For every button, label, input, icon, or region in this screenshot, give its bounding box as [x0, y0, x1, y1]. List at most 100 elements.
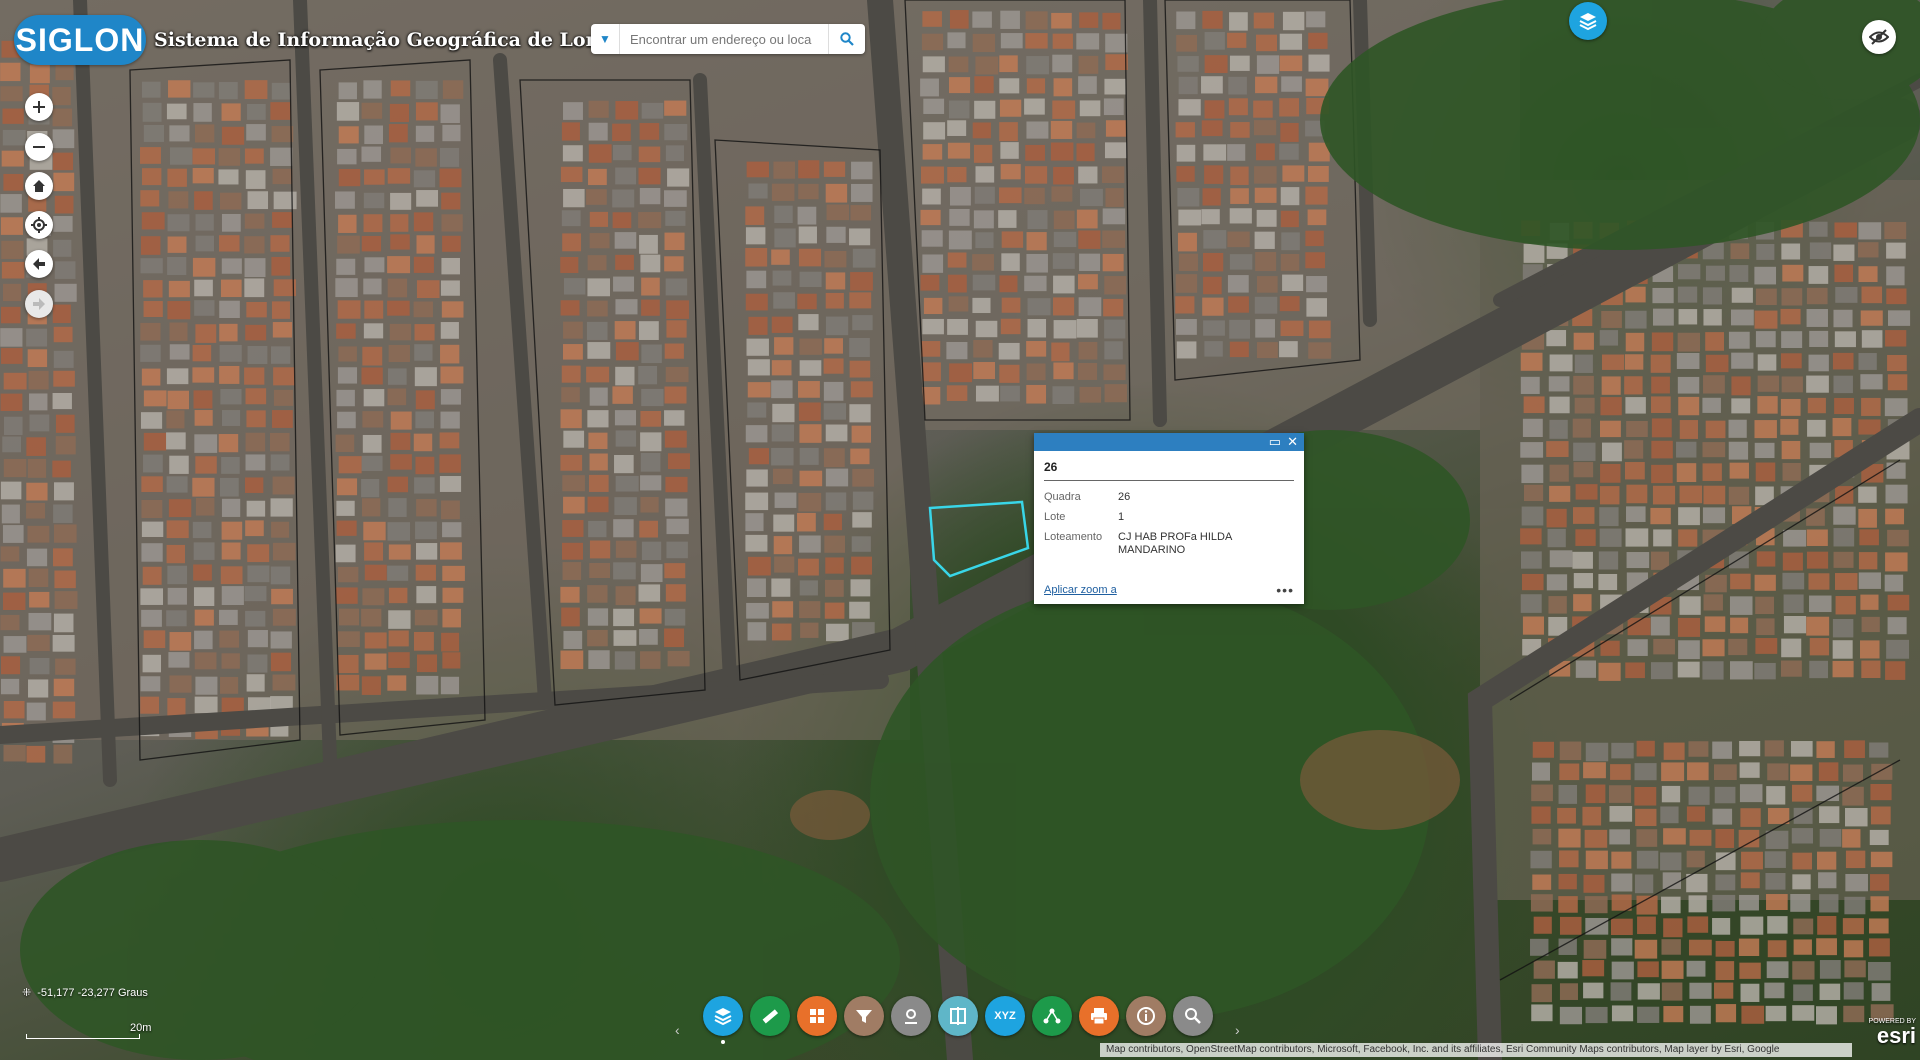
- rooftop: [949, 363, 973, 383]
- logo[interactable]: SIGLON: [14, 15, 146, 65]
- about-tool-button[interactable]: [1126, 996, 1166, 1036]
- layers-tool-button[interactable]: [703, 996, 743, 1036]
- rooftop: [1227, 231, 1250, 248]
- rooftop: [1834, 264, 1854, 283]
- rooftop: [773, 161, 796, 179]
- share-icon: [1043, 1008, 1061, 1024]
- zoom-to-link[interactable]: Aplicar zoom a: [1044, 584, 1117, 596]
- filter-tool-button[interactable]: [844, 996, 884, 1036]
- rooftop: [247, 565, 270, 583]
- rooftop: [920, 274, 940, 291]
- crosshair-icon[interactable]: ⁜: [22, 986, 31, 999]
- rooftop: [949, 10, 969, 29]
- rooftop: [0, 86, 23, 102]
- rooftop: [615, 342, 639, 361]
- rooftop: [1280, 254, 1300, 271]
- rooftop: [364, 300, 384, 319]
- rooftop: [852, 468, 875, 487]
- rooftop: [1611, 894, 1632, 911]
- rooftop: [415, 102, 438, 121]
- rooftop: [1637, 961, 1659, 978]
- rooftop: [27, 525, 50, 543]
- coordinate-text: -51,177 -23,277 Graus: [37, 986, 148, 999]
- rooftop: [362, 588, 385, 606]
- draw-tool-button[interactable]: [891, 996, 931, 1036]
- rooftop: [1256, 276, 1278, 293]
- rooftop: [1754, 442, 1775, 459]
- query-tool-button[interactable]: [1173, 996, 1213, 1036]
- toolbar-prev-icon[interactable]: ‹: [675, 1022, 680, 1038]
- rooftop: [1253, 12, 1275, 29]
- rooftop: [362, 346, 383, 366]
- swipe-tool-button[interactable]: [938, 996, 978, 1036]
- rooftop: [194, 652, 217, 670]
- rooftop: [0, 481, 22, 500]
- locate-button[interactable]: [25, 211, 53, 239]
- rooftop: [563, 430, 585, 448]
- rooftop: [441, 192, 461, 210]
- basemap-tool-button[interactable]: [797, 996, 837, 1036]
- rooftop: [1870, 784, 1892, 801]
- more-actions-button[interactable]: •••: [1276, 582, 1294, 598]
- rooftop: [1887, 617, 1907, 635]
- share-tool-button[interactable]: [1032, 996, 1072, 1036]
- rooftop: [1282, 165, 1305, 182]
- rooftop: [244, 148, 264, 164]
- zoom-in-button[interactable]: [25, 93, 53, 121]
- rooftop: [666, 518, 689, 535]
- rooftop: [1307, 209, 1327, 226]
- rooftop: [640, 475, 662, 491]
- rooftop: [1767, 916, 1788, 934]
- rooftop: [638, 146, 661, 163]
- rooftop: [337, 631, 360, 647]
- rooftop: [1053, 320, 1077, 339]
- rooftop: [773, 536, 793, 555]
- search-icon[interactable]: [828, 24, 865, 54]
- rooftop: [1000, 385, 1020, 402]
- rooftop: [1886, 462, 1906, 479]
- rooftop: [337, 566, 359, 583]
- rooftop: [271, 521, 290, 538]
- rooftop: [221, 410, 241, 426]
- back-button[interactable]: [25, 250, 53, 278]
- rooftop: [975, 166, 995, 183]
- rooftop: [563, 630, 583, 649]
- layers-toggle-button[interactable]: [1569, 2, 1607, 40]
- coordinate-tool-button[interactable]: XYZ: [985, 996, 1025, 1036]
- print-tool-button[interactable]: [1079, 996, 1119, 1036]
- rooftop: [1078, 274, 1098, 290]
- rooftop: [1521, 573, 1544, 591]
- rooftop: [1254, 187, 1277, 203]
- zoom-out-button[interactable]: [25, 133, 53, 161]
- home-button[interactable]: [25, 172, 53, 200]
- popup-header: ▭ ✕: [1034, 433, 1304, 451]
- caret-down-icon[interactable]: ▼: [591, 24, 620, 54]
- rooftop: [141, 543, 163, 562]
- aerial-map[interactable]: [0, 0, 1920, 1060]
- search-bar: ▼: [591, 24, 865, 54]
- forward-button[interactable]: [25, 290, 53, 318]
- hide-ui-button[interactable]: [1862, 20, 1896, 54]
- rooftop: [1781, 243, 1801, 260]
- measure-tool-button[interactable]: [750, 996, 790, 1036]
- query-icon: [1185, 1008, 1201, 1024]
- rooftop: [1255, 252, 1277, 272]
- rooftop: [1636, 829, 1658, 847]
- rooftop: [1531, 1004, 1553, 1022]
- rooftop: [1610, 764, 1631, 780]
- rooftop: [1104, 276, 1127, 295]
- rooftop: [361, 235, 382, 252]
- rooftop: [1687, 762, 1709, 781]
- rooftop: [1305, 78, 1329, 97]
- toolbar-next-icon[interactable]: ›: [1235, 1022, 1240, 1038]
- rooftop: [1678, 309, 1698, 325]
- rooftop: [388, 587, 408, 604]
- rooftop: [587, 255, 607, 271]
- rooftop: [1176, 144, 1196, 162]
- close-icon[interactable]: ✕: [1287, 435, 1298, 449]
- rooftop: [799, 470, 823, 487]
- search-input[interactable]: [628, 30, 822, 48]
- maximize-icon[interactable]: ▭: [1269, 435, 1281, 449]
- rooftop: [1574, 397, 1595, 414]
- rooftop: [1609, 785, 1632, 803]
